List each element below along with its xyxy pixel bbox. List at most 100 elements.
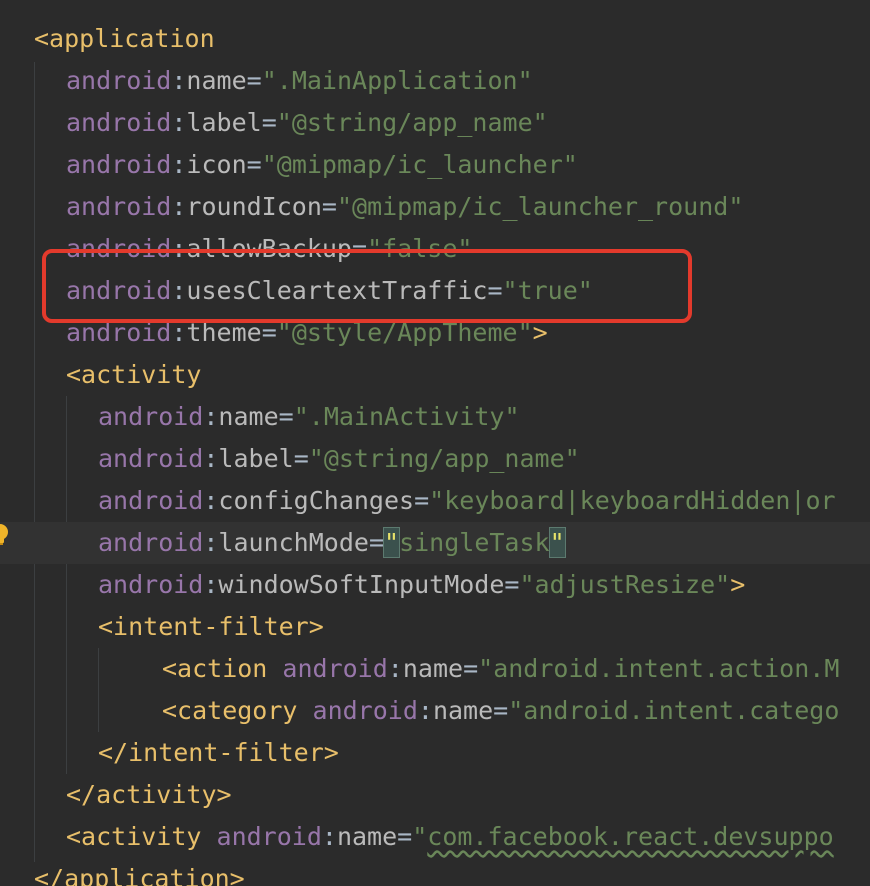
- quote: ": [728, 192, 744, 221]
- equals: =: [321, 192, 337, 221]
- tag-activity-open: <activity: [66, 360, 202, 389]
- attr-name: windowSoftInputMode: [218, 570, 505, 599]
- attr-namespace: android: [98, 570, 204, 599]
- code-line[interactable]: <action android:name="android.intent.act…: [0, 648, 870, 690]
- attr-namespace: android: [66, 276, 172, 305]
- attr-name: launchMode: [218, 528, 369, 557]
- attr-namespace: android: [66, 192, 172, 221]
- equals: =: [246, 66, 262, 95]
- attr-namespace: android: [98, 402, 204, 431]
- colon: :: [171, 276, 187, 305]
- lightbulb-icon[interactable]: [0, 523, 10, 547]
- quote-match: ": [382, 527, 401, 558]
- code-line[interactable]: </application>: [0, 858, 870, 886]
- code-line[interactable]: android:windowSoftInputMode="adjustResiz…: [0, 564, 870, 606]
- quote: ": [308, 444, 324, 473]
- tag-close-bracket: >: [532, 318, 548, 347]
- attr-name: icon: [186, 150, 247, 179]
- equals: =: [414, 486, 430, 515]
- code-line[interactable]: </intent-filter>: [0, 732, 870, 774]
- attr-namespace: android: [98, 444, 204, 473]
- attr-name: allowBackup: [186, 234, 352, 263]
- equals: =: [397, 822, 413, 851]
- code-line[interactable]: android:usesCleartextTraffic="true": [0, 270, 870, 312]
- quote: ": [502, 276, 518, 305]
- colon: :: [171, 66, 187, 95]
- attr-namespace: android: [66, 66, 172, 95]
- code-line[interactable]: <activity android:name="com.facebook.rea…: [0, 816, 870, 858]
- attr-value: singleTask: [399, 528, 550, 557]
- code-line[interactable]: <intent-filter>: [0, 606, 870, 648]
- attr-value: @string/app_name: [291, 108, 533, 137]
- code-line[interactable]: <application: [0, 18, 870, 60]
- attr-namespace: android: [98, 486, 204, 515]
- quote: ": [261, 150, 277, 179]
- quote: ": [562, 150, 578, 179]
- attr-namespace: android: [66, 318, 172, 347]
- attr-name: configChanges: [218, 486, 415, 515]
- quote: ": [517, 318, 533, 347]
- equals: =: [246, 150, 262, 179]
- equals: =: [261, 318, 277, 347]
- attr-namespace: android: [66, 234, 172, 263]
- colon: :: [171, 234, 187, 263]
- attr-name: theme: [186, 318, 262, 347]
- code-line[interactable]: android:name=".MainApplication": [0, 60, 870, 102]
- colon: :: [171, 108, 187, 137]
- attr-value: android.intent.action.M: [493, 654, 840, 683]
- quote: ": [715, 570, 731, 599]
- equals: =: [493, 696, 509, 725]
- colon: :: [203, 528, 219, 557]
- code-line[interactable]: android:label="@string/app_name": [0, 102, 870, 144]
- colon: :: [203, 486, 219, 515]
- attr-value: android.intent.catego: [523, 696, 840, 725]
- attr-value: adjustResize: [534, 570, 716, 599]
- equals: =: [352, 234, 368, 263]
- attr-name: name: [402, 654, 464, 683]
- tag-intent-filter-open: <intent-filter>: [98, 612, 324, 641]
- attr-name: usesCleartextTraffic: [186, 276, 488, 305]
- attr-value: @string/app_name: [323, 444, 565, 473]
- quote: ": [412, 822, 428, 851]
- quote: ": [517, 66, 533, 95]
- code-line[interactable]: android:theme="@style/AppTheme">: [0, 312, 870, 354]
- code-editor[interactable]: <application android:name=".MainApplicat…: [0, 0, 870, 886]
- tag-application-open: <application: [34, 24, 215, 53]
- code-line[interactable]: <activity: [0, 354, 870, 396]
- code-line-current[interactable]: android:launchMode="singleTask": [0, 522, 870, 564]
- code-line[interactable]: android:label="@string/app_name": [0, 438, 870, 480]
- tag-application-close: </application>: [34, 864, 245, 886]
- attr-name: label: [218, 444, 294, 473]
- quote: ": [367, 234, 383, 263]
- quote: ": [577, 276, 593, 305]
- code-line[interactable]: </activity>: [0, 774, 870, 816]
- quote: ": [564, 444, 580, 473]
- attr-namespace: android: [216, 822, 322, 851]
- attr-name: name: [218, 402, 279, 431]
- colon: :: [171, 192, 187, 221]
- code-line[interactable]: <category android:name="android.intent.c…: [0, 690, 870, 732]
- colon: :: [171, 318, 187, 347]
- attr-value: false: [382, 234, 458, 263]
- attr-value: .MainApplication: [276, 66, 518, 95]
- code-line[interactable]: android:configChanges="keyboard|keyboard…: [0, 480, 870, 522]
- attr-namespace: android: [312, 696, 418, 725]
- colon: :: [171, 150, 187, 179]
- quote: ": [508, 696, 524, 725]
- quote: ": [457, 234, 473, 263]
- attr-value: .MainActivity: [308, 402, 505, 431]
- attr-value-warning: com.facebook.react.devsuppo: [427, 822, 834, 851]
- attr-name: name: [336, 822, 398, 851]
- code-line[interactable]: android:roundIcon="@mipmap/ic_launcher_r…: [0, 186, 870, 228]
- attr-value: keyboard|keyboardHidden|or: [444, 486, 836, 515]
- code-line[interactable]: android:allowBackup="false": [0, 228, 870, 270]
- code-line[interactable]: android:name=".MainActivity": [0, 396, 870, 438]
- code-line[interactable]: android:icon="@mipmap/ic_launcher": [0, 144, 870, 186]
- quote: ": [336, 192, 353, 221]
- equals: =: [293, 444, 309, 473]
- attr-value: @mipmap/ic_launcher_round: [352, 192, 729, 221]
- attr-value: true: [517, 276, 578, 305]
- colon: :: [203, 570, 219, 599]
- quote: ": [261, 66, 277, 95]
- quote: ": [532, 108, 548, 137]
